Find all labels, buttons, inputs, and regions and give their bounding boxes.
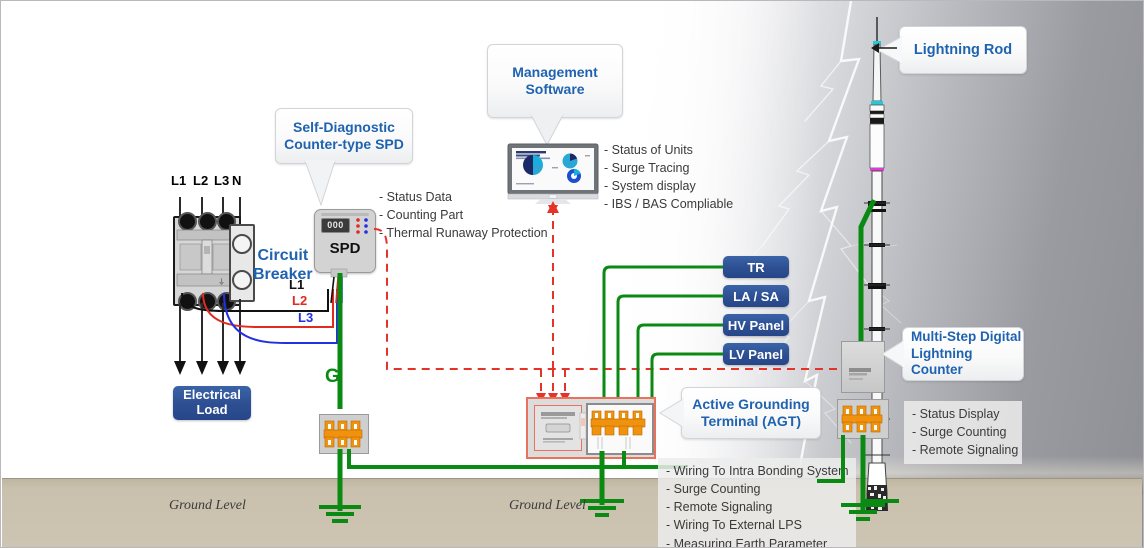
right-earth-wires	[817, 435, 899, 521]
callout-lightning-rod[interactable]: Lightning Rod	[899, 26, 1027, 74]
diagram-canvas: L1 L2 L3 N ⏚ Circuit Breaker Electrical …	[0, 0, 1144, 548]
agt-terminal-strip-detail	[590, 410, 646, 449]
ground-level-label-right: Ground Level	[509, 498, 586, 513]
callout-active-grounding-terminal[interactable]: Active Grounding Terminal (AGT)	[681, 387, 821, 439]
lightning-counter-face	[849, 368, 871, 380]
callout-agt-line1: Active Grounding	[692, 395, 810, 412]
agt-panel-enclosure[interactable]	[526, 397, 656, 459]
agt-meter-face	[541, 412, 575, 443]
callout-agt-pointer	[659, 398, 684, 428]
agt-terminal-strip-box	[586, 403, 654, 455]
callout-lightning-counter[interactable]: Multi-Step Digital Lightning Counter	[902, 327, 1024, 381]
callout-counter-pointer	[881, 340, 904, 368]
callout-counter-line2: Lightning Counter	[911, 345, 973, 378]
callout-agt-line2: Terminal (AGT)	[700, 413, 802, 429]
callout-lightning-rod-label: Lightning Rod	[913, 41, 1013, 58]
counter-feature-list: - Status Display - Surge Counting - Remo…	[904, 401, 1022, 465]
callout-counter-line1: Multi-Step Digital	[911, 328, 1022, 344]
lightning-rod-leader-line	[871, 43, 897, 53]
lightning-counter-device[interactable]	[841, 341, 885, 393]
agt-meter-unit	[534, 405, 582, 451]
agt-dip-switch	[579, 412, 587, 440]
